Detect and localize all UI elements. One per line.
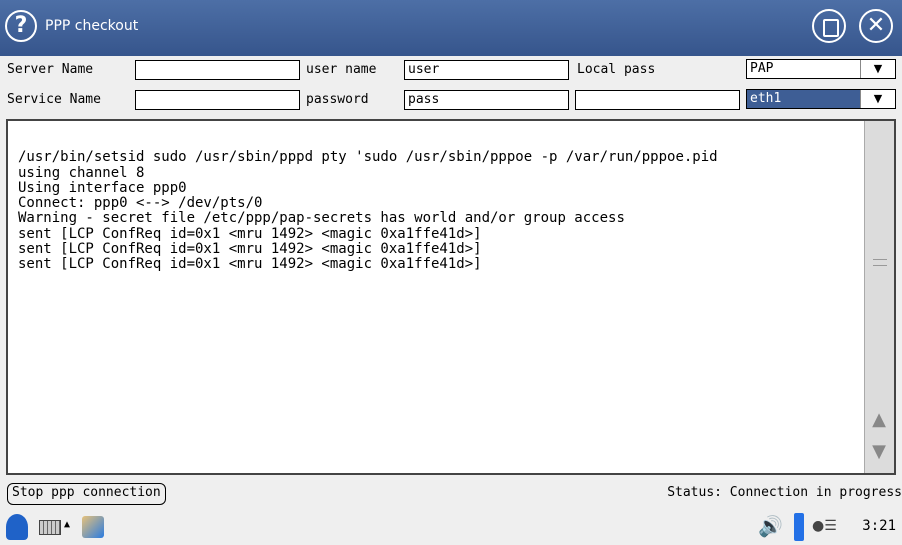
start-menu-icon[interactable] [6,514,28,540]
log-line: sent [LCP ConfReq id=0x1 <mru 1492> <mag… [18,225,482,242]
chevron-down-icon[interactable]: ▼ [860,90,895,108]
volume-icon[interactable]: 🔊 [758,514,783,538]
close-icon[interactable]: ✕ [859,9,893,43]
help-icon[interactable]: ? [5,10,37,42]
service-name-label: Service Name [7,92,101,107]
local-pass-input[interactable] [575,90,740,110]
log-line: sent [LCP ConfReq id=0x1 <mru 1492> <mag… [18,241,482,258]
scroll-up-icon[interactable]: ▲ [865,405,893,435]
auth-method-value: PAP [750,61,774,76]
log-line: Warning - secret file /etc/ppp/pap-secre… [18,210,625,227]
service-name-input[interactable] [135,90,300,110]
interface-value: eth1 [747,90,862,108]
notes-icon[interactable] [82,516,104,538]
stop-ppp-button[interactable]: Stop ppp connection [7,483,166,505]
log-line: Using interface ppp0 [18,179,187,196]
password-input[interactable]: pass [404,90,569,110]
keyboard-icon[interactable] [39,520,61,535]
local-pass-label: Local pass [577,62,656,77]
output-text: /usr/bin/setsid sudo /usr/sbin/pppd pty … [18,135,863,303]
status-text: Status: Connection in progress [667,485,902,500]
network-icon[interactable]: ●☰ [812,518,837,534]
chevron-down-icon[interactable]: ▼ [860,60,895,78]
log-line: Connect: ppp0 <--> /dev/pts/0 [18,195,263,212]
taskbar: ▲ 🔊 ●☰ 3:21 [0,509,902,545]
battery-icon[interactable] [794,513,804,541]
window-title: PPP checkout [45,18,139,34]
clock[interactable]: 3:21 [862,518,896,534]
vertical-scrollbar[interactable]: ▲ ▼ [864,121,894,473]
user-name-label: user name [306,62,377,77]
scroll-grip-icon[interactable] [873,259,887,266]
user-name-input[interactable]: user [404,60,569,80]
title-bar: ? PPP checkout ✕ [0,0,902,56]
log-line: sent [LCP ConfReq id=0x1 <mru 1492> <mag… [18,256,482,273]
interface-select[interactable]: eth1 ▼ [746,89,896,109]
server-name-input[interactable] [135,60,300,80]
log-line: /usr/bin/setsid sudo /usr/sbin/pppd pty … [18,149,718,166]
chevron-up-icon[interactable]: ▲ [64,519,70,530]
output-log[interactable]: /usr/bin/setsid sudo /usr/sbin/pppd pty … [6,119,896,475]
scroll-down-icon[interactable]: ▼ [865,437,893,467]
maximize-icon[interactable] [812,9,846,43]
server-name-label: Server Name [7,62,94,77]
log-line: using channel 8 [18,164,145,181]
password-label: password [306,92,369,107]
auth-method-select[interactable]: PAP ▼ [746,59,896,79]
